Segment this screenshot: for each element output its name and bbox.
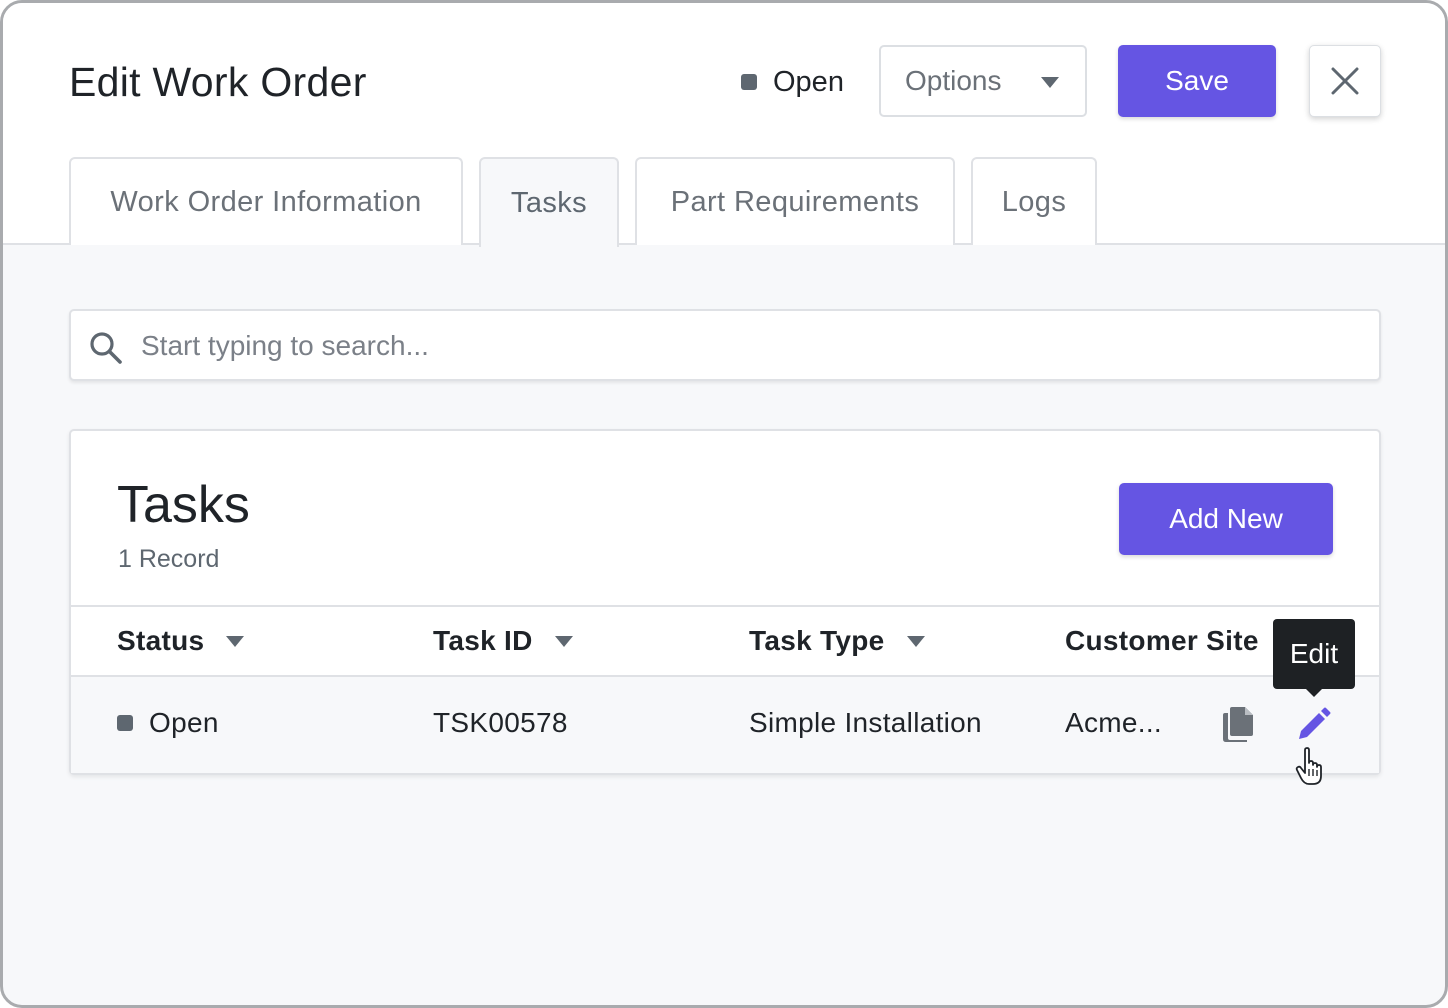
search-input[interactable] (141, 321, 1341, 371)
status-indicator: Open (741, 65, 844, 99)
pencil-icon (1299, 707, 1331, 739)
column-header-customer-site[interactable]: Customer Site (1065, 625, 1259, 657)
edit-tooltip: Edit (1273, 619, 1355, 697)
status-cell: Open (117, 707, 219, 739)
options-label: Options (905, 65, 1002, 96)
tasks-title: Tasks (117, 476, 250, 534)
task-type-cell: Simple Installation (749, 707, 982, 738)
hand-pointer-icon (1295, 747, 1322, 785)
tab-logs[interactable]: Logs (971, 157, 1097, 245)
table-row[interactable]: Open TSK00578 Simple Installation Acme..… (71, 677, 1379, 773)
tab-part-requirements[interactable]: Part Requirements (635, 157, 955, 245)
status-value: Open (149, 707, 219, 738)
chevron-down-icon (226, 635, 245, 647)
edit-button[interactable] (1297, 707, 1331, 746)
close-icon (1331, 67, 1359, 95)
column-label: Status (117, 625, 205, 656)
add-new-button[interactable]: Add New (1119, 483, 1333, 555)
column-label: Task Type (749, 625, 885, 656)
close-button[interactable] (1309, 45, 1381, 117)
tab-work-order-information[interactable]: Work Order Information (69, 157, 463, 245)
edit-work-order-dialog: Edit Work Order Open Options Save Work O… (0, 0, 1448, 1008)
status-square-icon (117, 715, 133, 731)
dialog-header: Edit Work Order Open Options Save Work O… (3, 3, 1445, 247)
search-icon (90, 332, 122, 364)
column-header-task-type[interactable]: Task Type (749, 625, 925, 657)
copy-button[interactable] (1221, 705, 1255, 748)
status-square-icon (741, 74, 757, 90)
customer-site-cell: Acme... (1065, 707, 1163, 738)
copy-icon (1223, 707, 1253, 742)
chevron-down-icon (554, 635, 573, 647)
tab-tasks[interactable]: Tasks (479, 157, 619, 247)
search-bar (69, 309, 1381, 381)
column-label: Task ID (433, 625, 533, 656)
column-label: Customer Site (1065, 625, 1259, 656)
column-header-task-id[interactable]: Task ID (433, 625, 573, 657)
page-title: Edit Work Order (69, 59, 367, 105)
options-dropdown[interactable]: Options (879, 45, 1087, 117)
task-id-cell: TSK00578 (433, 707, 568, 738)
status-label: Open (773, 65, 844, 98)
chevron-down-icon (906, 635, 925, 647)
column-header-status[interactable]: Status (117, 625, 245, 657)
save-button[interactable]: Save (1118, 45, 1276, 117)
record-count: 1 Record (118, 545, 220, 573)
table-header: Status Task ID Task Type Customer Site (71, 605, 1379, 677)
tasks-card: Tasks 1 Record Add New Status Task ID Ta… (69, 429, 1381, 775)
chevron-down-icon (1041, 77, 1059, 88)
